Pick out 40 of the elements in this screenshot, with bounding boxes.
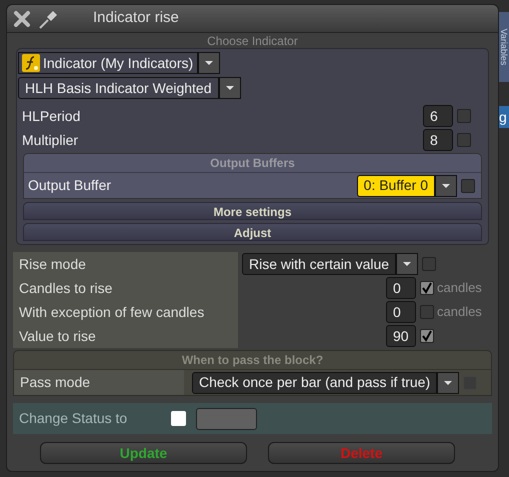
window-title: Indicator rise: [93, 8, 179, 28]
number-field[interactable]: 0: [386, 301, 416, 323]
function-icon: [22, 54, 40, 72]
section-header[interactable]: Adjust: [23, 223, 482, 241]
checkbox[interactable]: [171, 411, 186, 426]
field-label: Multiplier: [22, 130, 80, 150]
checkbox[interactable]: [420, 281, 434, 295]
field-label: With exception of few candles: [13, 300, 238, 324]
checkbox[interactable]: [461, 178, 475, 192]
checkbox[interactable]: [422, 257, 436, 271]
caret-icon: [224, 85, 234, 91]
field-label: Value to rise: [13, 324, 238, 348]
number-field[interactable]: 6: [423, 105, 453, 127]
field-label: Rise mode: [13, 252, 238, 276]
field-label: Candles to rise: [13, 276, 238, 300]
checkbox[interactable]: [420, 305, 434, 319]
field-label: HLPeriod: [22, 106, 82, 126]
section-title: Output Buffers: [209, 155, 296, 172]
number-field[interactable]: 90: [386, 325, 416, 347]
field-label: Change Status to: [19, 409, 128, 428]
checkbox[interactable]: [457, 109, 471, 123]
caret-icon: [441, 182, 451, 188]
caret-icon: [204, 60, 214, 66]
section-header[interactable]: More settings: [23, 202, 482, 220]
checkbox[interactable]: [420, 329, 434, 343]
unit-label: candles: [436, 279, 483, 298]
side-fragment: g: [499, 106, 509, 128]
section-title: When to pass the block?: [180, 352, 324, 369]
checkbox[interactable]: [457, 133, 471, 147]
section-title: Choose Indicator: [206, 34, 299, 48]
status-field[interactable]: [196, 408, 257, 430]
unit-label: candles: [436, 303, 483, 322]
source-dropdown[interactable]: Indicator (My Indicators): [18, 52, 487, 74]
field-label: Pass mode: [14, 370, 184, 395]
number-field[interactable]: 8: [423, 129, 453, 151]
caret-icon: [443, 380, 454, 386]
close-icon[interactable]: [12, 8, 32, 28]
number-field[interactable]: 0: [386, 277, 416, 299]
caret-icon: [402, 261, 412, 267]
field-label: Output Buffer: [28, 176, 112, 195]
